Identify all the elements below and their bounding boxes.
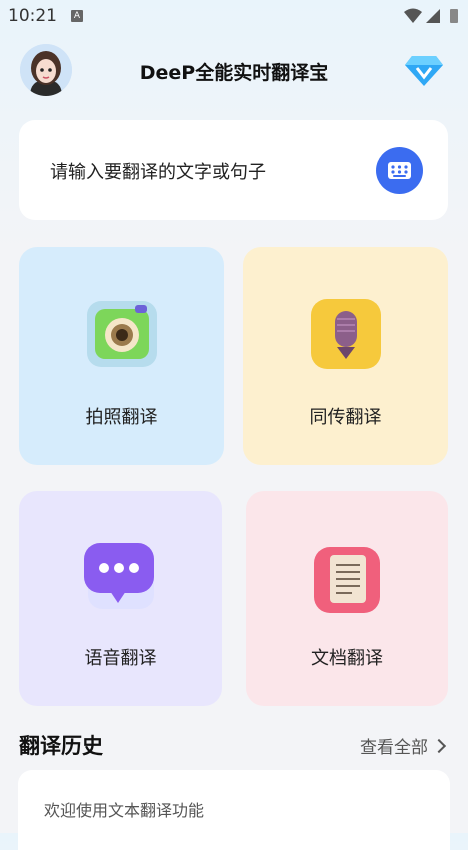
search-placeholder: 请输入要翻译的文字或句子 [50,162,266,183]
app-title: DeeP全能实时翻译宝 [139,62,329,84]
history-item[interactable]: 欢迎使用文本翻译功能 [44,797,204,821]
document-icon [314,547,380,613]
signal-icon [426,9,440,23]
status-time: 10:21 [8,6,57,26]
wifi-icon [404,8,422,23]
chat-bubble-icon [83,543,154,609]
photo-translate-label: 拍照翻译 [85,407,158,428]
document-translate-card[interactable]: 文档翻译 [246,491,448,706]
voice-translate-card[interactable]: 语音翻译 [19,491,222,706]
search-input[interactable]: 请输入要翻译的文字或句子 [19,120,448,220]
keyboard-icon [388,162,411,179]
status-bar: 10:21 A [0,0,468,32]
notification-icon: A [71,10,83,22]
document-translate-label: 文档翻译 [311,648,383,669]
status-icons [404,8,458,23]
view-all-label: 查看全部 [360,738,428,758]
battery-icon [450,9,458,23]
simultaneous-translate-card[interactable]: 同传翻译 [243,247,448,465]
photo-translate-card[interactable]: 拍照翻译 [19,247,224,465]
chevron-right-icon [431,738,447,754]
keyboard-button[interactable] [376,147,423,194]
diamond-icon[interactable] [404,52,444,88]
header: DeeP全能实时翻译宝 [0,40,468,102]
history-title: 翻译历史 [19,734,103,758]
view-all-link[interactable]: 查看全部 [360,733,447,758]
camera-icon [86,301,157,367]
voice-translate-label: 语音翻译 [84,648,157,669]
microphone-icon [310,299,381,369]
simultaneous-translate-label: 同传翻译 [309,407,382,428]
history-list: 欢迎使用文本翻译功能 [18,770,450,850]
